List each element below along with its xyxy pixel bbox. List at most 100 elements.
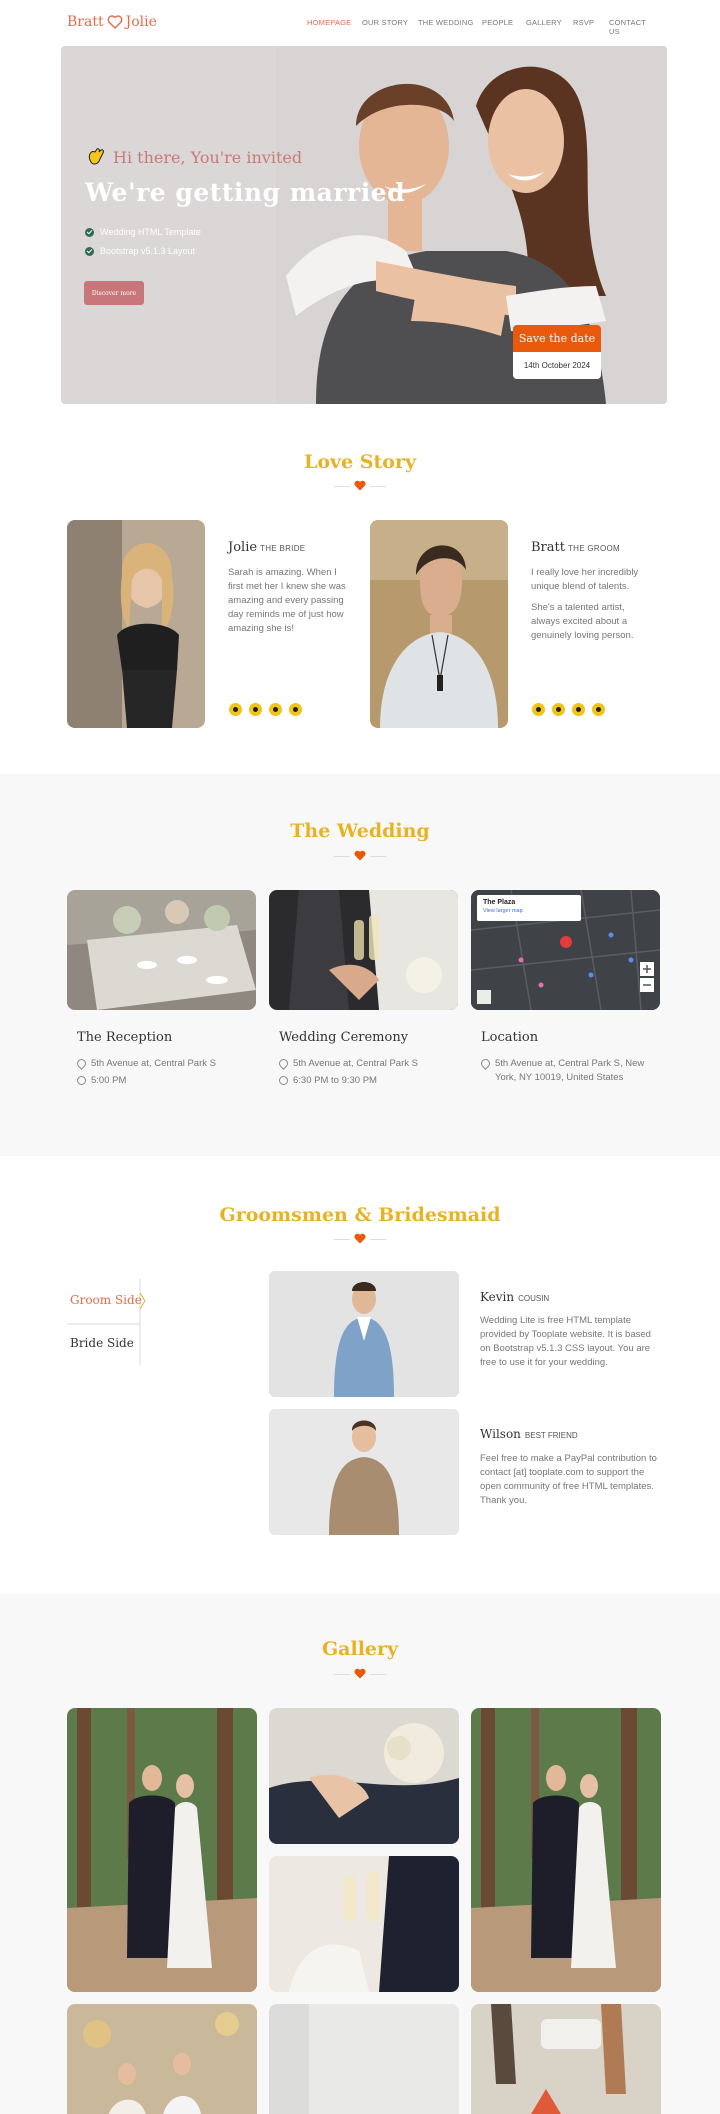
ceremony-title: Wedding Ceremony [279, 1030, 409, 1045]
tab-indicator [67, 1279, 146, 1365]
member-kevin-name: Kevin COUSIN [480, 1290, 549, 1304]
reception-address-text: 5th Avenue at, Central Park S [91, 1058, 216, 1069]
hero: Hi there, You're invited We're getting m… [61, 46, 667, 404]
gallery-image-couple-forest[interactable] [67, 1708, 257, 1992]
brand-logo[interactable]: Bratt Jolie [67, 14, 157, 30]
section-divider [334, 480, 386, 492]
bride-name: Jolie THE BRIDE [228, 540, 305, 555]
twitter-icon[interactable] [249, 703, 262, 716]
heart-icon [107, 15, 123, 29]
nav-people[interactable]: PEOPLE [482, 18, 526, 36]
nav-rsvp[interactable]: RSVP [573, 18, 609, 36]
gallery-image-road[interactable] [471, 2004, 661, 2114]
ceremony-address-text: 5th Avenue at, Central Park S [293, 1058, 418, 1069]
map-pin-icon [277, 1057, 290, 1070]
reception-time: 5:00 PM [77, 1074, 126, 1088]
side-tabs [67, 1279, 146, 1365]
location-map[interactable]: The Plaza View larger map [471, 890, 660, 1010]
bride-role: THE BRIDE [260, 544, 306, 553]
ceremony-photo [269, 890, 458, 1010]
ceremony-time: 6:30 PM to 9:30 PM [279, 1074, 377, 1088]
section-divider [334, 1233, 386, 1245]
clock-icon [77, 1076, 86, 1085]
hero-feature: Wedding HTML Template [85, 227, 201, 237]
tab-bride-side[interactable]: Bride Side [70, 1336, 134, 1350]
twitter-icon[interactable] [552, 703, 565, 716]
section-divider [334, 1668, 386, 1680]
groom-social-links [532, 703, 605, 716]
hero-feature-text: Wedding HTML Template [100, 227, 201, 237]
hero-greeting-text: Hi there, You're invited [113, 147, 303, 167]
heart-icon [354, 1233, 366, 1244]
discover-more-button[interactable]: Discover more [84, 281, 144, 305]
location-address: 5th Avenue at, Central Park S, New York,… [479, 1057, 661, 1085]
hero-feature-text: Bootstrap v5.1.3 Layout [100, 246, 196, 256]
groom-name: Bratt THE GROOM [531, 540, 620, 555]
gallery-image-celebration[interactable] [67, 2004, 257, 2114]
nav-homepage[interactable]: HOMEPAGE [307, 18, 362, 36]
member-role: BEST FRIEND [524, 1431, 578, 1440]
hero-title: We're getting married [85, 178, 406, 207]
member-wilson-text: Feel free to make a PayPal contribution … [480, 1453, 657, 1506]
groom-description-1: I really love her incredibly unique blen… [531, 567, 639, 592]
instagram-icon[interactable] [269, 703, 282, 716]
map-place-name: The Plaza [483, 899, 516, 906]
location-title: Location [481, 1030, 539, 1045]
reception-address: 5th Avenue at, Central Park S [75, 1057, 216, 1071]
gallery-image-wall[interactable] [269, 2004, 459, 2114]
wedding-title: The Wedding [290, 820, 430, 842]
gallery-image-couple-forest-2[interactable] [471, 1708, 661, 1992]
check-icon [85, 227, 94, 237]
whatsapp-icon[interactable] [289, 703, 302, 716]
facebook-icon[interactable] [229, 703, 242, 716]
bride-name-text: Jolie [228, 540, 258, 555]
reception-title: The Reception [77, 1030, 173, 1045]
map-pin-icon [75, 1057, 88, 1070]
tab-groom-side[interactable]: Groom Side [70, 1293, 142, 1307]
groom-name-text: Bratt [531, 540, 565, 555]
check-icon [85, 246, 94, 256]
gallery-title: Gallery [321, 1638, 399, 1660]
brand-right: Jolie [125, 14, 157, 30]
people-title: Groomsmen & Bridesmaid [219, 1204, 501, 1226]
couple-photo [276, 46, 667, 404]
member-kevin-text: Wedding Lite is free HTML template provi… [480, 1315, 651, 1368]
reception-time-text: 5:00 PM [91, 1075, 127, 1086]
facebook-icon[interactable] [532, 703, 545, 716]
instagram-icon[interactable] [572, 703, 585, 716]
groom-description-2: She's a talented artist, always excited … [531, 602, 634, 641]
hero-greeting: Hi there, You're invited [85, 146, 302, 168]
ceremony-time-text: 6:30 PM to 9:30 PM [293, 1075, 377, 1086]
save-the-date-label: Save the date [513, 325, 601, 352]
location-address-text: 5th Avenue at, Central Park S, New York,… [495, 1058, 645, 1083]
section-divider [334, 850, 386, 862]
heart-icon [354, 480, 366, 491]
ceremony-address: 5th Avenue at, Central Park S [277, 1057, 418, 1071]
heart-icon [354, 1668, 366, 1679]
whatsapp-icon[interactable] [592, 703, 605, 716]
nav-our-story[interactable]: OUR STORY [362, 18, 418, 36]
member-role: COUSIN [518, 1294, 550, 1303]
hero-feature: Bootstrap v5.1.3 Layout [85, 246, 201, 256]
member-name: Wilson [480, 1427, 521, 1441]
view-larger-map-link[interactable]: View larger map [483, 908, 575, 914]
save-the-date-card: Save the date 14th October 2024 [513, 325, 601, 379]
bride-description: Sarah is amazing. When I first met her I… [228, 567, 346, 634]
groom-photo [370, 520, 508, 728]
brand-left: Bratt [67, 14, 104, 30]
map-place-card: The Plaza View larger map [477, 895, 581, 921]
nav-gallery[interactable]: GALLERY [526, 18, 573, 36]
nav-contact-us[interactable]: CONTACT US [609, 18, 659, 36]
gallery-image-toast[interactable] [269, 1856, 459, 1992]
kevin-photo [269, 1271, 459, 1397]
love-story-title: Love Story [304, 451, 416, 473]
groom-role: THE GROOM [567, 544, 621, 553]
map-pin-icon [479, 1057, 492, 1070]
hero-feature-list: Wedding HTML Template Bootstrap v5.1.3 L… [85, 227, 201, 265]
waving-hand-icon [88, 148, 104, 165]
gallery-image-rings[interactable] [269, 1708, 459, 1844]
nav-the-wedding[interactable]: THE WEDDING [418, 18, 482, 36]
member-wilson-name: Wilson BEST FRIEND [480, 1427, 578, 1441]
main-nav: HOMEPAGE OUR STORY THE WEDDING PEOPLE GA… [307, 18, 659, 36]
save-the-date-value: 14th October 2024 [523, 361, 591, 370]
